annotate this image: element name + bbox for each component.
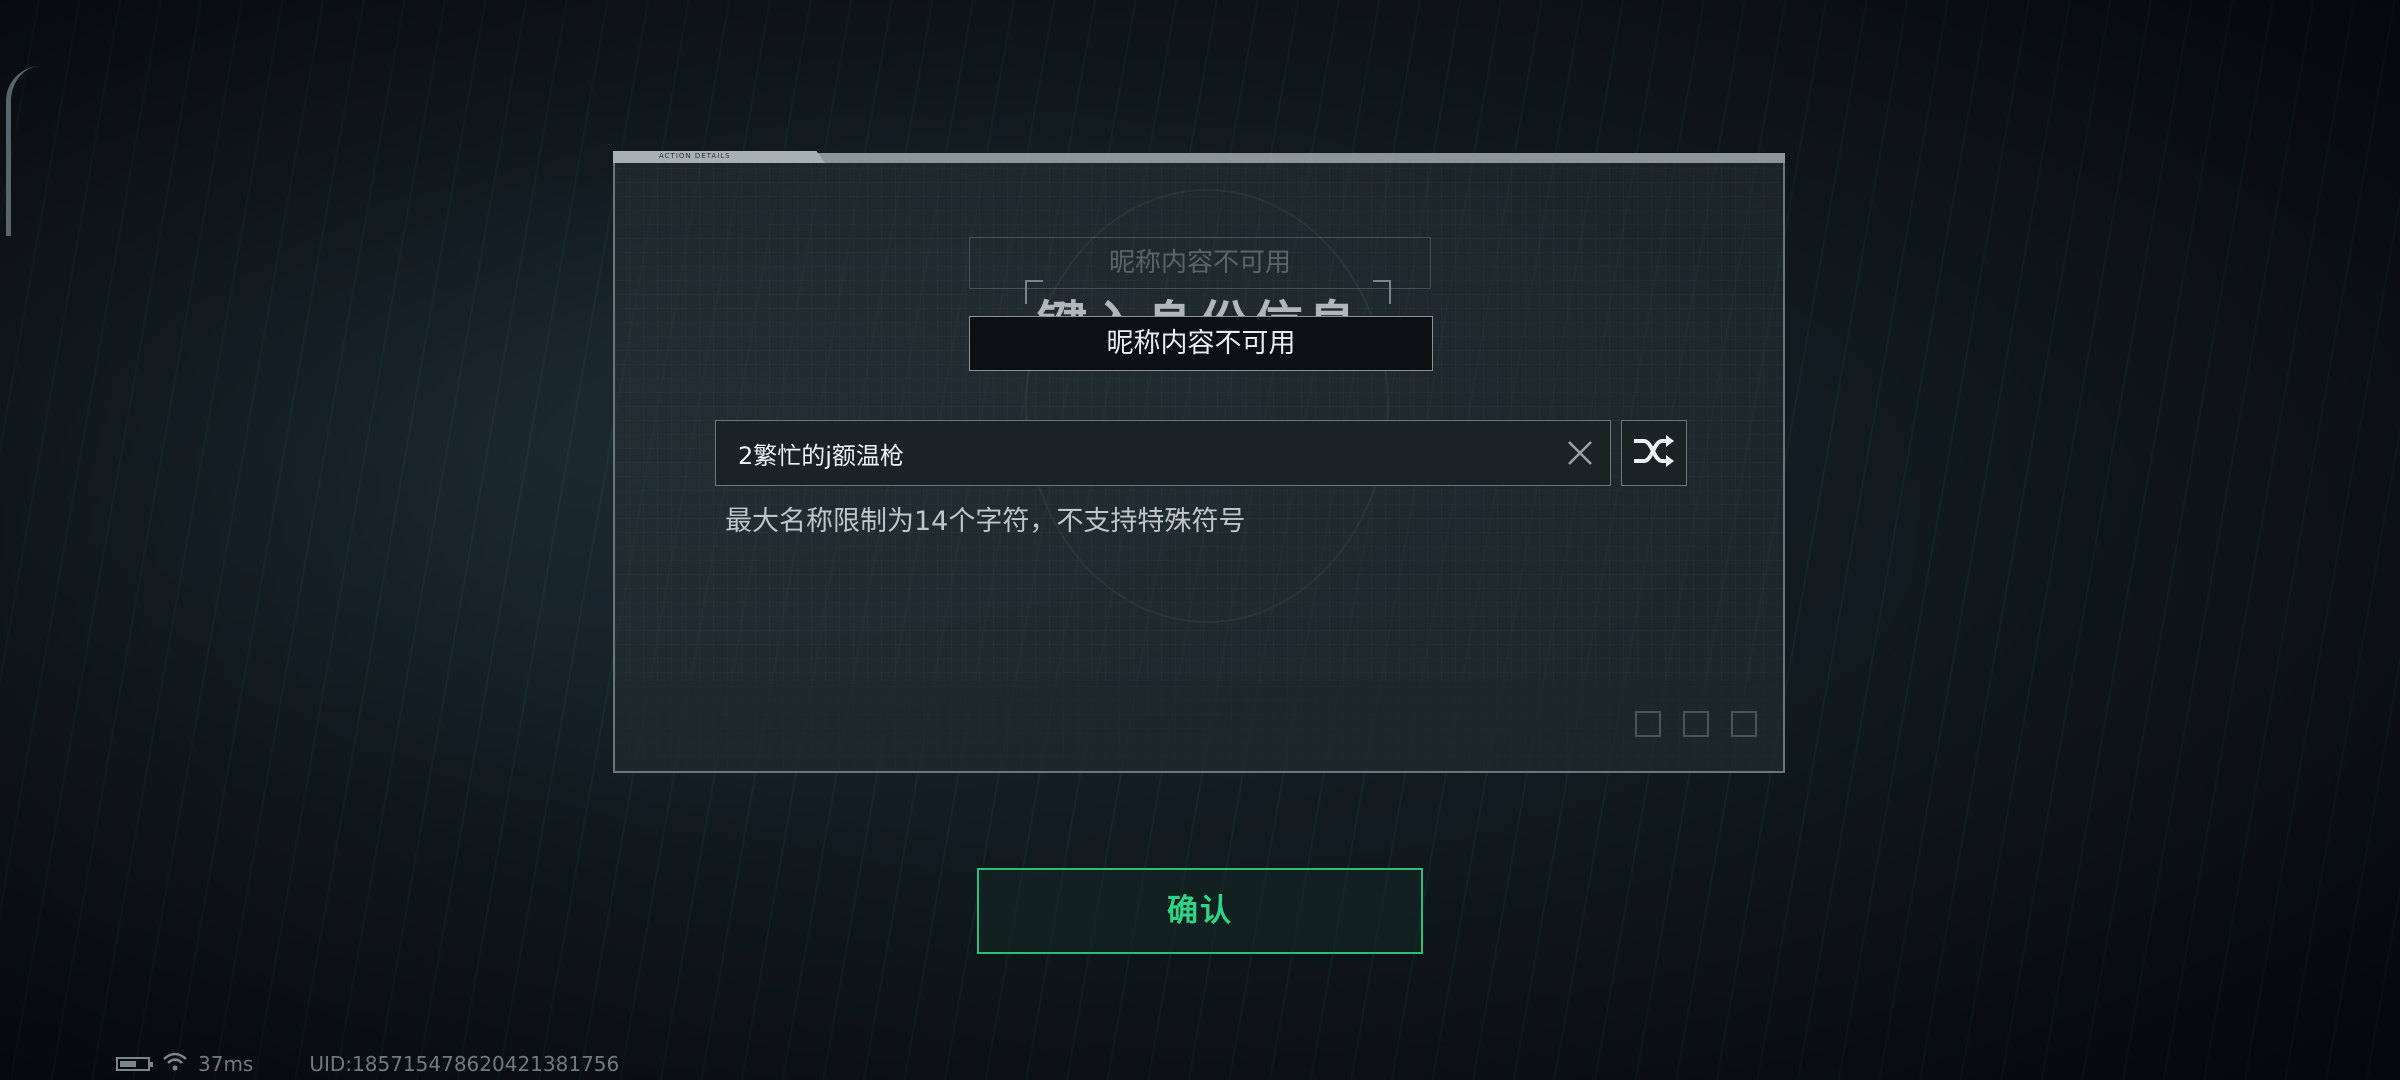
close-icon[interactable] [1550, 421, 1610, 485]
uid-value: UID:1857154786204213817​56 [309, 1052, 620, 1076]
battery-icon [116, 1057, 153, 1071]
decor-square [1635, 711, 1661, 737]
decor-square [1683, 711, 1709, 737]
dialog-tab-label: ACTION DETAILS [659, 152, 731, 160]
confirm-button[interactable]: 确认 [977, 868, 1423, 954]
wifi-icon [162, 1052, 188, 1077]
nickname-hint: 最大名称限制为14个字符，不支持特殊符号 [725, 506, 1246, 537]
dialog-bottom-band [615, 681, 1783, 771]
random-name-button[interactable] [1621, 420, 1687, 486]
nickname-input-value[interactable]: 2繁忙的j额温枪 [716, 436, 1550, 471]
left-edge-ornament [6, 66, 41, 236]
decor-square [1731, 711, 1757, 737]
dialog-tab: ACTION DETAILS [613, 151, 825, 163]
ping-value: 37ms [198, 1052, 254, 1076]
status-bar: 37ms UID:1857154786204213817​56 [116, 1052, 619, 1076]
shuffle-icon [1632, 433, 1676, 473]
identity-dialog: ACTION DETAILS 昵称内容不可用 键入身份信息 昵称内容不可用 2繁… [613, 151, 1785, 773]
nickname-input[interactable]: 2繁忙的j额温枪 [715, 420, 1611, 486]
nickname-unavailable-notice: 昵称内容不可用 [969, 316, 1433, 371]
